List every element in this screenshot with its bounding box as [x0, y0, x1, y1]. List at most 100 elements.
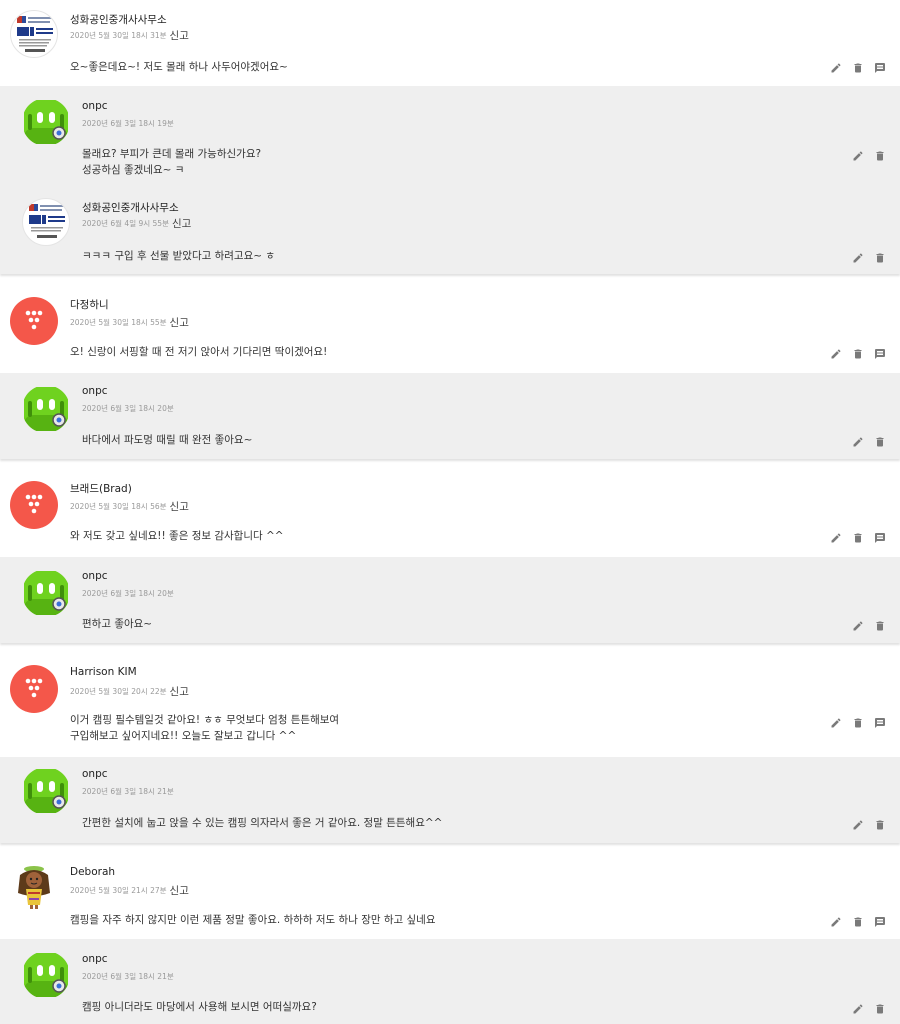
- avatar[interactable]: [22, 569, 70, 617]
- edit-button[interactable]: [852, 1003, 864, 1015]
- cartoon-avatar-icon: [18, 866, 50, 909]
- comment-actions: [820, 532, 886, 544]
- reply-author[interactable]: onpc: [82, 385, 108, 397]
- avatar[interactable]: [10, 297, 58, 345]
- avatar[interactable]: [22, 198, 70, 246]
- pencil-icon: [831, 917, 841, 927]
- reply-meta: 2020년 6월 3일 18시 21분: [82, 781, 174, 800]
- robot-avatar-icon: [24, 953, 68, 997]
- avatar[interactable]: [22, 767, 70, 815]
- reply-author[interactable]: onpc: [82, 768, 108, 780]
- reply-text: 바다에서 파도멍 때릴 때 완전 좋아요~: [82, 434, 253, 446]
- edit-button[interactable]: [830, 348, 842, 360]
- comment-text: 이거 캠핑 필수템일것 같아요! ㅎㅎ 무엇보다 엄청 튼튼해보여 구입해보고 …: [70, 714, 340, 742]
- reply-actions: [842, 819, 886, 831]
- edit-button[interactable]: [830, 916, 842, 928]
- reply-button[interactable]: [874, 532, 886, 544]
- edit-button[interactable]: [830, 717, 842, 729]
- reply-button[interactable]: [874, 62, 886, 74]
- reply-author[interactable]: onpc: [82, 570, 108, 582]
- comment-meta: 2020년 5월 30일 18시 31분 신고: [70, 25, 189, 44]
- comment-icon: [875, 917, 885, 927]
- delete-button[interactable]: [874, 1003, 886, 1015]
- delete-button[interactable]: [874, 620, 886, 632]
- edit-button[interactable]: [852, 620, 864, 632]
- reply-meta: 2020년 6월 4일 9시 55분 신고: [82, 213, 191, 232]
- comment-actions: [820, 916, 886, 928]
- edit-button[interactable]: [830, 62, 842, 74]
- comment-item: 성화공인중개사사무소 2020년 5월 30일 18시 31분 신고 오~좋은데요…: [0, 0, 900, 86]
- comment-icon: [875, 533, 885, 543]
- reply-button[interactable]: [874, 916, 886, 928]
- delete-button[interactable]: [852, 532, 864, 544]
- reply-actions: [842, 252, 886, 264]
- comment-icon: [875, 718, 885, 728]
- reply-actions: [842, 150, 886, 162]
- reply-text: 간편한 설치에 눕고 앉을 수 있는 캠핑 의자라서 좋은 거 같아요. 정말 …: [82, 817, 443, 829]
- delete-button[interactable]: [852, 348, 864, 360]
- comment-text: 오! 신랑이 서핑할 때 전 저기 앉아서 기다리면 딱이겠어요!: [70, 346, 328, 358]
- robot-avatar-icon: [24, 571, 68, 615]
- comment-actions: [820, 62, 886, 74]
- pencil-icon: [831, 718, 841, 728]
- comment-icon: [875, 349, 885, 359]
- pencil-icon: [853, 1004, 863, 1014]
- comment-icon: [875, 63, 885, 73]
- trash-icon: [854, 718, 862, 728]
- comment-author[interactable]: 다정하니: [70, 297, 109, 312]
- reply-button[interactable]: [874, 717, 886, 729]
- reply-button[interactable]: [874, 348, 886, 360]
- edit-button[interactable]: [852, 819, 864, 831]
- reply-author[interactable]: onpc: [82, 100, 108, 112]
- reply-meta: 2020년 6월 3일 18시 20분: [82, 398, 174, 417]
- delete-button[interactable]: [874, 150, 886, 162]
- delete-button[interactable]: [852, 62, 864, 74]
- report-link[interactable]: 신고: [170, 501, 189, 513]
- avatar[interactable]: [10, 665, 58, 713]
- trash-icon: [854, 917, 862, 927]
- reply-date: 2020년 6월 4일 9시 55분: [82, 219, 169, 228]
- delete-button[interactable]: [852, 717, 864, 729]
- edit-button[interactable]: [830, 532, 842, 544]
- delete-button[interactable]: [874, 252, 886, 264]
- pencil-icon: [831, 533, 841, 543]
- delete-button[interactable]: [852, 916, 864, 928]
- robot-avatar-icon: [24, 387, 68, 431]
- avatar[interactable]: [10, 863, 58, 911]
- avatar[interactable]: [10, 10, 58, 58]
- report-link[interactable]: 신고: [170, 317, 189, 329]
- pencil-icon: [853, 437, 863, 447]
- comment-date: 2020년 5월 30일 18시 56분: [70, 502, 167, 511]
- reply-meta: 2020년 6월 3일 18시 20분: [82, 583, 174, 602]
- edit-button[interactable]: [852, 150, 864, 162]
- comment-item: 다정하니 2020년 5월 30일 18시 55분 신고 오! 신랑이 서핑할 때…: [0, 285, 900, 373]
- delete-button[interactable]: [874, 436, 886, 448]
- reply-date: 2020년 6월 3일 18시 21분: [82, 972, 174, 981]
- reply-item: onpc 2020년 6월 3일 18시 21분 캠핑 아니더라도 마당에서 사…: [0, 939, 900, 1024]
- comment-text: 와 저도 갖고 싶네요!! 좋은 정보 감사합니다 ^^: [70, 530, 284, 542]
- report-link[interactable]: 신고: [170, 686, 189, 698]
- edit-button[interactable]: [852, 436, 864, 448]
- avatar[interactable]: [22, 951, 70, 999]
- reply-meta: 2020년 6월 3일 18시 21분: [82, 966, 174, 985]
- comment-author[interactable]: Harrison KIM: [70, 666, 137, 678]
- reply-actions: [842, 1003, 886, 1015]
- report-link[interactable]: 신고: [170, 885, 189, 897]
- avatar[interactable]: [22, 385, 70, 433]
- trash-icon: [854, 533, 862, 543]
- report-link[interactable]: 신고: [172, 218, 191, 230]
- reply-date: 2020년 6월 3일 18시 19분: [82, 119, 174, 128]
- comment-item: 브래드(Brad) 2020년 5월 30일 18시 56분 신고 와 저도 갖고…: [0, 469, 900, 557]
- reply-date: 2020년 6월 3일 18시 20분: [82, 589, 174, 598]
- report-link[interactable]: 신고: [170, 30, 189, 42]
- reply-author[interactable]: onpc: [82, 953, 108, 965]
- comment-author[interactable]: Deborah: [70, 866, 115, 878]
- comment-date: 2020년 5월 30일 18시 31분: [70, 31, 167, 40]
- avatar[interactable]: [22, 98, 70, 146]
- pencil-icon: [853, 253, 863, 263]
- comment-meta: 2020년 5월 30일 18시 55분 신고: [70, 312, 189, 331]
- avatar[interactable]: [10, 481, 58, 529]
- edit-button[interactable]: [852, 252, 864, 264]
- delete-button[interactable]: [874, 819, 886, 831]
- comment-author[interactable]: 브래드(Brad): [70, 481, 132, 496]
